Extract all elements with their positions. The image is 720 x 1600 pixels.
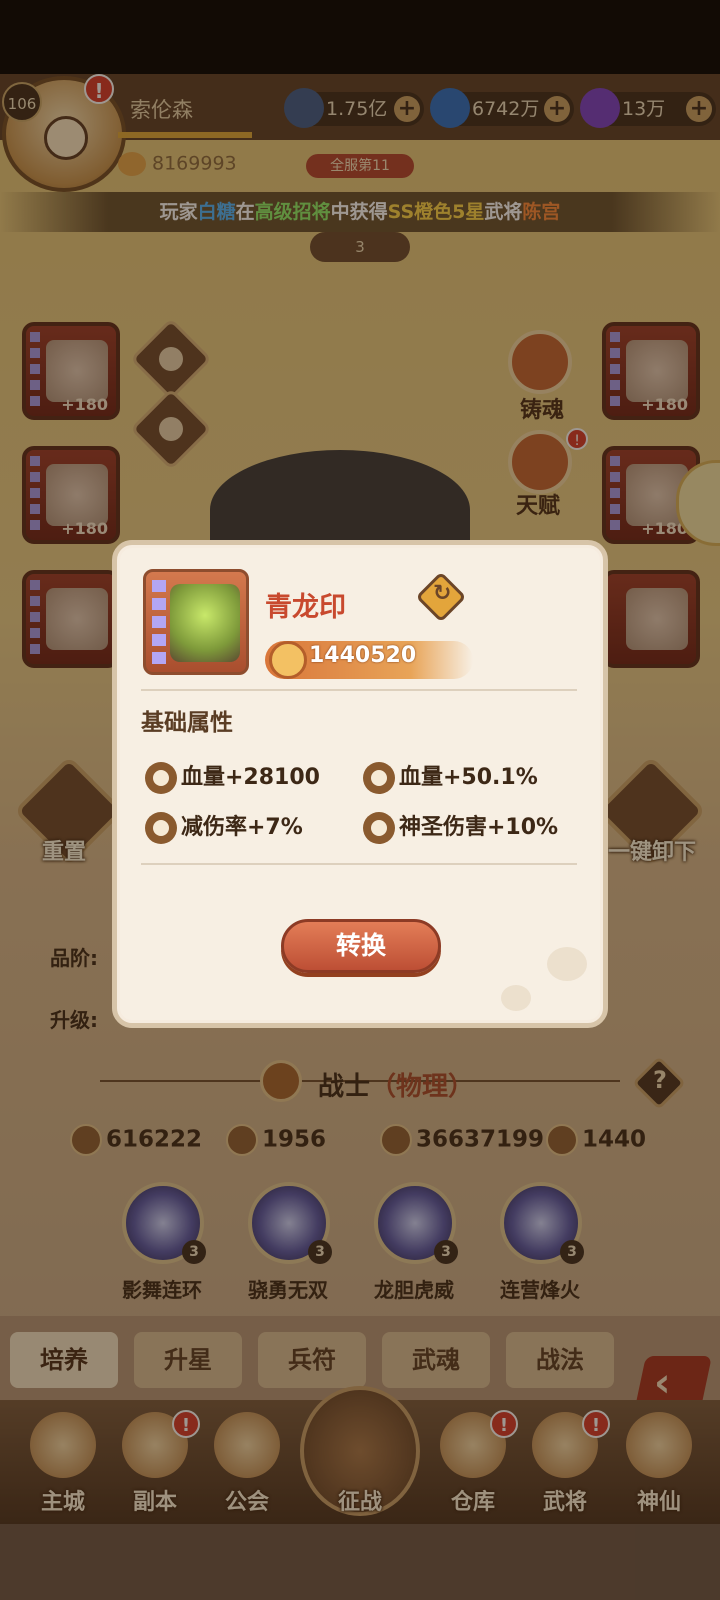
attr-value: 神圣伤害+10% <box>399 815 559 840</box>
paw-icon <box>269 641 307 679</box>
paw-decoration-icon <box>547 947 587 981</box>
item-power: 1440520 <box>265 641 473 679</box>
attr-value: 血量+28100 <box>181 765 320 790</box>
attr-value: 减伤率+7% <box>181 815 303 840</box>
attr-hp-flat: 血量+28100 <box>145 759 320 794</box>
holy-icon <box>363 812 395 844</box>
attr-hp-percent: 血量+50.1% <box>363 759 538 794</box>
attr-damage-reduction: 减伤率+7% <box>145 809 303 844</box>
divider <box>141 863 577 865</box>
star-icon <box>152 580 166 668</box>
divider <box>141 689 577 691</box>
attr-value: 血量+50.1% <box>399 765 538 790</box>
paw-decoration-icon <box>501 985 531 1011</box>
item-frame <box>143 569 249 675</box>
item-power-value: 1440520 <box>309 643 417 668</box>
heart-icon <box>363 762 395 794</box>
paw-icon <box>145 812 177 844</box>
attr-holy-damage: 神圣伤害+10% <box>363 809 558 844</box>
swap-icon: ↻ <box>433 581 452 606</box>
section-title: 基础属性 <box>141 710 233 736</box>
convert-button[interactable]: 转换 <box>281 919 441 973</box>
dragon-seal-icon <box>170 584 240 662</box>
item-name: 青龙印 <box>265 592 346 623</box>
heart-icon <box>145 762 177 794</box>
item-detail-dialog: 青龙印 ↻ 1440520 基础属性 血量+28100 血量+50.1% 减伤率… <box>112 540 608 1028</box>
